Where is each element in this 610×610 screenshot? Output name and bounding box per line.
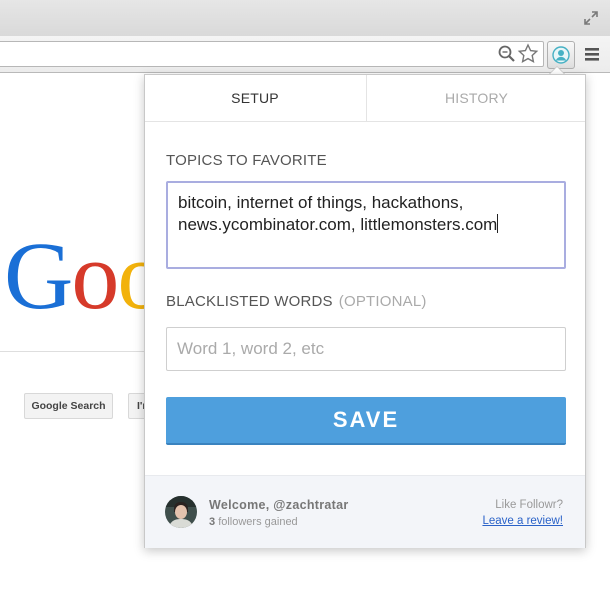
star-icon[interactable] xyxy=(517,43,539,65)
google-logo-letter: o xyxy=(71,222,119,329)
leave-review-link[interactable]: Leave a review! xyxy=(482,515,563,527)
topics-textarea[interactable]: bitcoin, internet of things, hackathons,… xyxy=(166,181,566,269)
save-button[interactable]: SAVE xyxy=(166,397,566,445)
followers-text: followers gained xyxy=(218,516,298,528)
address-bar[interactable] xyxy=(0,41,544,67)
blacklist-placeholder: Word 1, word 2, etc xyxy=(177,339,325,358)
blacklist-input[interactable]: Word 1, word 2, etc xyxy=(166,327,566,371)
popup-footer: Welcome, @zachtratar 3 followers gained … xyxy=(145,475,585,548)
google-logo: Goo xyxy=(4,226,165,326)
avatar xyxy=(165,496,197,528)
followr-extension-button[interactable] xyxy=(547,41,575,69)
google-logo-letter: G xyxy=(4,222,73,329)
tab-setup[interactable]: SETUP xyxy=(145,75,365,121)
blacklist-label: BLACKLISTED WORDS (OPTIONAL) xyxy=(166,293,427,310)
followers-gained: 3 followers gained xyxy=(209,516,298,528)
like-followr-text: Like Followr? xyxy=(495,499,563,511)
topics-value: bitcoin, internet of things, hackathons,… xyxy=(178,193,498,234)
optional-tag: (OPTIONAL) xyxy=(338,293,427,310)
google-search-button[interactable]: Google Search xyxy=(24,393,113,419)
window-titlebar xyxy=(0,0,610,36)
followr-popup: SETUP HISTORY TOPICS TO FAVORITE bitcoin… xyxy=(144,74,586,548)
tab-history[interactable]: HISTORY xyxy=(366,75,586,121)
follower-count: 3 xyxy=(209,516,216,528)
expand-icon[interactable] xyxy=(582,9,600,27)
hamburger-menu-icon[interactable] xyxy=(583,44,601,64)
text-cursor xyxy=(497,214,499,233)
topics-label: TOPICS TO FAVORITE xyxy=(166,152,327,169)
welcome-text: Welcome, @zachtratar xyxy=(209,498,349,512)
followr-extension-icon xyxy=(552,46,570,64)
popup-tabs: SETUP HISTORY xyxy=(145,75,585,122)
google-search-box-edge xyxy=(0,351,160,352)
zoom-icon[interactable] xyxy=(497,44,517,64)
blacklist-label-text: BLACKLISTED WORDS xyxy=(166,293,333,310)
